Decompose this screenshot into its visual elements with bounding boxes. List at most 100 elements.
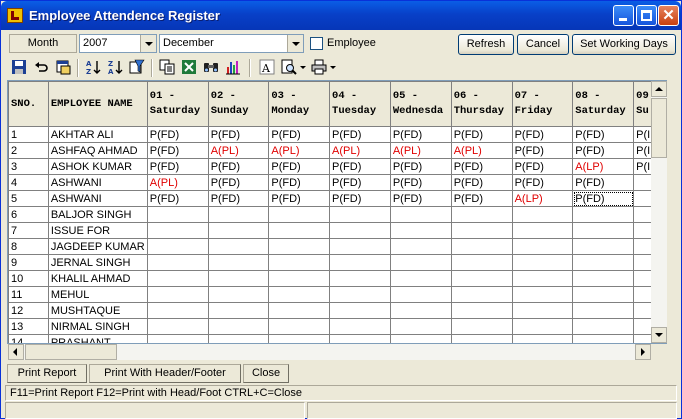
chevron-down-icon[interactable] [287,35,303,52]
table-row[interactable]: 5 ASHWANI P(FD) P(FD) P(FD) P(FD) P(FD) P(FD) A(… [8,190,666,207]
attendance-cell[interactable]: A(PL) [329,142,391,159]
attendance-cell[interactable] [329,318,391,335]
scroll-down-icon[interactable] [651,327,667,343]
set-working-days-button[interactable]: Set Working Days [572,34,676,55]
horizontal-scroll-thumb[interactable] [25,344,117,360]
table-row[interactable]: 2 ASHFAQ AHMAD P(FD) A(PL) A(PL) A(PL) A(PL) A(… [8,142,666,159]
employee-name-cell[interactable]: ASHWANI [47,190,148,207]
serial-number-cell[interactable]: 8 [8,238,49,255]
attendance-cell[interactable] [329,238,391,255]
attendance-cell[interactable] [146,270,209,287]
serial-number-cell[interactable]: 12 [8,302,49,319]
attendance-cell[interactable] [207,302,270,319]
attendance-cell[interactable]: A(LP) [572,158,635,175]
column-header[interactable]: 06 - Thursday [450,81,513,127]
employee-name-cell[interactable]: ASHWANI [47,174,148,191]
serial-number-cell[interactable]: 11 [8,286,49,303]
employee-name-cell[interactable]: JAGDEEP KUMAR [47,238,148,255]
sort-descending-icon[interactable]: ZA [107,59,123,75]
column-header[interactable]: 02 - Sunday [207,81,270,127]
font-icon[interactable]: A [259,59,275,75]
attendance-cell[interactable] [268,254,331,271]
refresh-button[interactable]: Refresh [458,34,514,55]
attendance-cell[interactable] [329,302,391,319]
serial-number-cell[interactable]: 13 [8,318,49,335]
table-row[interactable]: 6 BALJOR SINGH [8,206,666,223]
attendance-cell[interactable]: A(PL) [207,142,270,159]
employee-name-cell[interactable]: ASHFAQ AHMAD [47,142,148,159]
attendance-cell[interactable] [268,206,331,223]
serial-number-cell[interactable]: 2 [8,142,49,159]
employee-checkbox[interactable] [310,37,323,50]
attendance-cell[interactable] [329,222,391,239]
attendance-cell[interactable]: P(FD) [572,142,635,159]
attendance-cell[interactable] [511,318,574,335]
attendance-cell[interactable] [207,254,270,271]
find-icon[interactable] [203,59,219,75]
attendance-cell[interactable] [450,206,513,223]
attendance-cell[interactable] [389,318,452,335]
attendance-cell[interactable] [146,318,209,335]
attendance-cell[interactable]: P(FD) [207,190,270,207]
minimize-button[interactable] [613,5,634,26]
table-row[interactable]: 14 PRASHANT [8,334,666,343]
attendance-cell[interactable] [389,286,452,303]
month-select[interactable]: December [159,34,304,53]
table-row[interactable]: 10 KHALIL AHMAD [8,270,666,287]
attendance-cell[interactable] [511,286,574,303]
employee-name-cell[interactable]: MEHUL [47,286,148,303]
attendance-cell[interactable] [329,254,391,271]
chart-icon[interactable] [225,59,241,75]
attendance-cell[interactable] [389,222,452,239]
attendance-cell[interactable] [389,206,452,223]
title-bar[interactable]: Employee Attendence Register ✕ [1,1,681,30]
attendance-cell[interactable]: A(PL) [146,174,209,191]
table-row[interactable]: 8 JAGDEEP KUMAR [8,238,666,255]
table-row[interactable]: 7 ISSUE FOR [8,222,666,239]
attendance-cell[interactable]: P(FD) [572,190,635,207]
attendance-cell[interactable] [389,254,452,271]
chevron-down-icon[interactable] [140,35,156,52]
attendance-cell[interactable] [329,334,391,343]
table-row[interactable]: 11 MEHUL [8,286,666,303]
employee-name-cell[interactable]: ASHOK KUMAR [47,158,148,175]
table-row[interactable]: 12 MUSHTAQUE [8,302,666,319]
scroll-up-icon[interactable] [651,81,667,97]
attendance-cell[interactable]: P(FD) [146,158,209,175]
attendance-cell[interactable]: A(PL) [450,142,513,159]
attendance-cell[interactable] [146,206,209,223]
maximize-button[interactable] [636,5,657,26]
attendance-cell[interactable] [146,222,209,239]
attendance-cell[interactable] [389,334,452,343]
attendance-cell[interactable] [511,270,574,287]
attendance-cell[interactable] [450,222,513,239]
scroll-right-icon[interactable] [635,344,651,360]
column-header[interactable]: 08 - Saturday [572,81,635,127]
attendance-cell[interactable]: P(FD) [146,142,209,159]
attendance-cell[interactable]: P(FD) [329,174,391,191]
employee-name-cell[interactable]: PRASHANT [47,334,148,343]
attendance-cell[interactable] [511,254,574,271]
attendance-cell[interactable]: A(PL) [389,142,452,159]
table-row[interactable]: 3 ASHOK KUMAR P(FD) P(FD) P(FD) P(FD) P(FD) P(F… [8,158,666,175]
column-header[interactable]: 05 - Wednesda [389,81,452,127]
print-icon[interactable] [311,59,327,75]
attendance-cell[interactable] [450,270,513,287]
attendance-cell[interactable] [572,334,635,343]
attendance-cell[interactable]: P(FD) [329,190,391,207]
attendance-cell[interactable] [511,334,574,343]
attendance-cell[interactable] [329,206,391,223]
employee-name-cell[interactable]: KHALIL AHMAD [47,270,148,287]
employee-name-cell[interactable]: BALJOR SINGH [47,206,148,223]
attendance-cell[interactable] [572,238,635,255]
attendance-cell[interactable]: P(FD) [511,174,574,191]
attendance-cell[interactable] [450,318,513,335]
attendance-cell[interactable]: P(FD) [146,126,209,143]
excel-icon[interactable] [181,59,197,75]
print-with-header-footer-button[interactable]: Print With Header/Footer [89,364,241,383]
properties-icon[interactable] [55,59,71,75]
employee-name-cell[interactable]: ISSUE FOR [47,222,148,239]
employee-name-cell[interactable]: MUSHTAQUE [47,302,148,319]
chevron-down-icon[interactable] [329,59,337,75]
attendance-cell[interactable] [329,286,391,303]
